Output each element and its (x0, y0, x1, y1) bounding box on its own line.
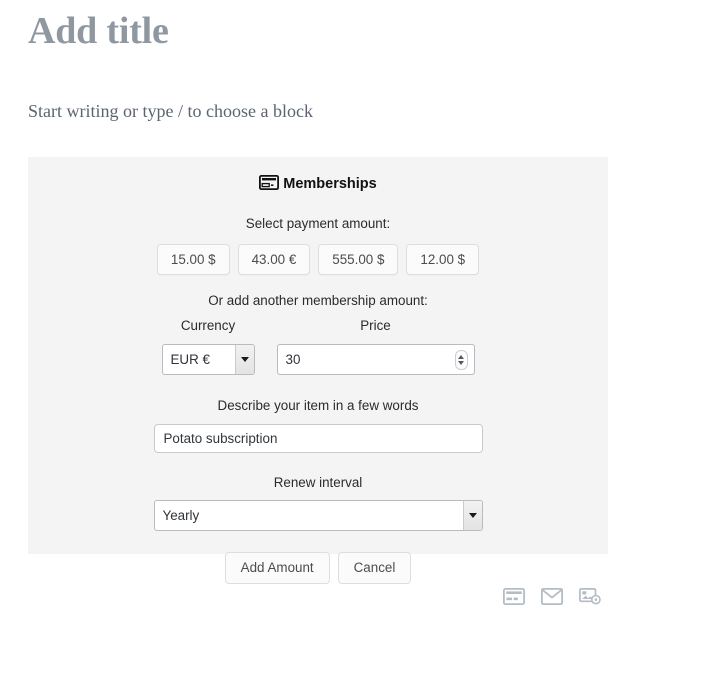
amount-button-4[interactable]: 12.00 $ (406, 244, 479, 275)
stepper-up-icon (458, 355, 464, 359)
memberships-block[interactable]: Memberships Select payment amount: 15.00… (28, 157, 608, 554)
media-settings-icon[interactable] (579, 588, 601, 610)
form-actions: Add Amount Cancel (28, 552, 608, 584)
block-heading: Memberships (28, 175, 608, 194)
stepper-down-icon (458, 361, 464, 365)
mail-icon[interactable] (541, 588, 563, 610)
price-stepper[interactable] (455, 350, 468, 370)
block-heading-label: Memberships (283, 177, 376, 192)
amount-buttons-group: 15.00 $ 43.00 € 555.00 $ 12.00 $ (28, 244, 608, 275)
price-field: Price 30 (277, 319, 475, 375)
chevron-down-icon (235, 345, 254, 374)
amount-button-1[interactable]: 15.00 $ (157, 244, 230, 275)
describe-item-input[interactable]: Potato subscription (154, 424, 483, 453)
cancel-button[interactable]: Cancel (338, 552, 412, 584)
credit-card-icon[interactable] (503, 588, 525, 610)
credit-card-icon (259, 175, 279, 194)
currency-select[interactable]: EUR € (162, 344, 255, 375)
add-another-amount-label: Or add another membership amount: (28, 294, 608, 307)
renew-interval-value: Yearly (155, 508, 463, 523)
describe-item-label: Describe your item in a few words (28, 399, 608, 412)
amount-button-2[interactable]: 43.00 € (238, 244, 311, 275)
currency-field: Currency EUR € (162, 319, 255, 375)
price-input[interactable]: 30 (277, 344, 475, 375)
page-title-placeholder[interactable]: Add title (28, 8, 169, 54)
renew-interval-label: Renew interval (28, 476, 608, 489)
payment-icons-row (503, 588, 601, 610)
add-amount-button[interactable]: Add Amount (225, 552, 330, 584)
currency-label: Currency (162, 319, 255, 332)
chevron-down-icon (463, 501, 482, 530)
describe-item-value: Potato subscription (155, 431, 278, 446)
amount-button-3[interactable]: 555.00 $ (318, 244, 398, 275)
select-amount-label: Select payment amount: (28, 217, 608, 230)
renew-interval-select[interactable]: Yearly (154, 500, 483, 531)
price-input-value: 30 (278, 352, 455, 367)
price-label: Price (277, 319, 475, 332)
currency-select-value: EUR € (163, 352, 235, 367)
currency-price-row: Currency EUR € Price 30 (28, 319, 608, 375)
paragraph-placeholder[interactable]: Start writing or type / to choose a bloc… (28, 98, 313, 124)
